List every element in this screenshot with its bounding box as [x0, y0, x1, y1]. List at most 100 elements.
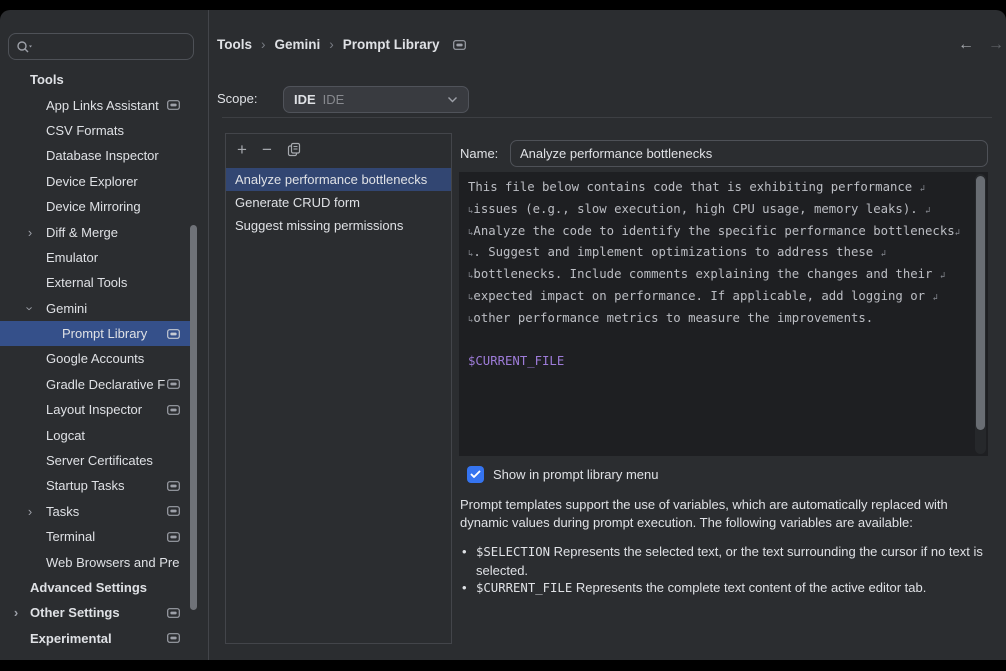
editor-line: ↳. Suggest and implement optimizations t…: [468, 242, 964, 264]
variable-item-current-file: • $CURRENT_FILE Represents the complete …: [462, 579, 998, 598]
variable-name: $SELECTION: [476, 545, 550, 559]
breadcrumb-separator: ›: [329, 37, 334, 52]
settings-sidebar: Tools App Links Assistant CSV Formats Da…: [0, 10, 209, 660]
sidebar-item-label: Prompt Library: [62, 326, 147, 341]
sidebar-item-prompt-library[interactable]: Prompt Library: [0, 321, 190, 346]
name-label: Name:: [460, 146, 498, 161]
sidebar-item-external-tools[interactable]: External Tools: [0, 270, 190, 295]
monitor-icon: [167, 100, 180, 110]
monitor-icon: [453, 40, 466, 50]
chevron-right-icon[interactable]: ›: [23, 226, 37, 239]
forward-arrow-icon[interactable]: →: [988, 36, 1004, 54]
breadcrumb-tools[interactable]: Tools: [217, 37, 252, 52]
sidebar-item-startup-tasks[interactable]: Startup Tasks: [0, 473, 190, 498]
sidebar-item-database-inspector[interactable]: Database Inspector: [0, 143, 190, 168]
sidebar-item-label: Tasks: [46, 504, 79, 519]
monitor-icon: [167, 405, 180, 415]
sidebar-item-gemini[interactable]: › Gemini: [0, 296, 190, 321]
sidebar-item-label: Device Mirroring: [46, 199, 141, 214]
monitor-icon: [167, 506, 180, 516]
sidebar-item-label: Startup Tasks: [46, 478, 125, 493]
scope-dropdown[interactable]: IDE IDE: [283, 86, 469, 113]
chevron-down-icon[interactable]: ›: [24, 301, 37, 315]
soft-wrap-icon: ↲: [955, 228, 960, 238]
list-item-generate-crud[interactable]: Generate CRUD form: [226, 191, 451, 214]
sidebar-item-gradle-declarative[interactable]: Gradle Declarative F: [0, 372, 190, 397]
sidebar-item-label: External Tools: [46, 275, 127, 290]
sidebar-item-diff-merge[interactable]: › Diff & Merge: [0, 219, 190, 244]
sidebar-item-advanced-settings[interactable]: Advanced Settings: [0, 575, 190, 600]
soft-wrap-icon: ↲: [925, 206, 930, 216]
monitor-icon: [167, 379, 180, 389]
sidebar-item-device-mirroring[interactable]: Device Mirroring: [0, 194, 190, 219]
breadcrumb-prompt-library[interactable]: Prompt Library: [343, 37, 440, 52]
sidebar-item-terminal[interactable]: Terminal: [0, 524, 190, 549]
sidebar-item-device-explorer[interactable]: Device Explorer: [0, 169, 190, 194]
sidebar-item-label: Emulator: [46, 250, 98, 265]
duplicate-prompt-icon[interactable]: [287, 142, 301, 157]
chevron-right-icon[interactable]: ›: [23, 505, 37, 518]
search-input[interactable]: [35, 39, 175, 54]
sidebar-item-label: Experimental: [30, 631, 112, 646]
back-arrow-icon[interactable]: ←: [958, 36, 974, 54]
editor-line-variable: $CURRENT_FILE: [468, 351, 964, 373]
soft-wrap-icon: ↲: [920, 184, 925, 194]
sidebar-item-label: Web Browsers and Pre: [46, 555, 179, 570]
sidebar-item-label: Logcat: [46, 428, 85, 443]
bullet-icon: •: [462, 543, 467, 561]
prompt-name-input[interactable]: [510, 140, 988, 167]
editor-scrollbar-thumb[interactable]: [976, 176, 985, 430]
breadcrumb-gemini[interactable]: Gemini: [275, 37, 321, 52]
soft-wrap-icon: ↲: [940, 271, 945, 281]
sidebar-item-web-browsers[interactable]: Web Browsers and Pre: [0, 549, 190, 574]
sidebar-item-label: Diff & Merge: [46, 225, 118, 240]
show-in-menu-checkbox[interactable]: [467, 466, 484, 483]
sidebar-item-app-links-assistant[interactable]: App Links Assistant: [0, 92, 190, 117]
variable-name: $CURRENT_FILE: [476, 581, 572, 595]
add-prompt-button[interactable]: +: [237, 141, 247, 158]
sidebar-item-tools[interactable]: Tools: [0, 67, 190, 92]
sidebar-item-label: Other Settings: [30, 605, 120, 620]
breadcrumb-separator: ›: [261, 37, 266, 52]
sidebar-item-label: App Links Assistant: [46, 98, 159, 113]
sidebar-item-tasks[interactable]: › Tasks: [0, 499, 190, 524]
sidebar-item-label: Gemini: [46, 301, 87, 316]
chevron-right-icon[interactable]: ›: [9, 606, 23, 619]
bullet-icon: •: [462, 579, 467, 597]
sidebar-scrollbar[interactable]: [190, 225, 197, 610]
sidebar-item-emulator[interactable]: Emulator: [0, 245, 190, 270]
sidebar-item-logcat[interactable]: Logcat: [0, 422, 190, 447]
variable-description: Represents the selected text, or the tex…: [476, 544, 983, 578]
prompt-list-panel: + − Analyze performance bottlenecks Gene…: [225, 133, 452, 644]
editor-line: ↳Analyze the code to identify the specif…: [468, 221, 964, 243]
scope-label: Scope:: [217, 91, 257, 106]
monitor-icon: [167, 633, 180, 643]
sidebar-item-csv-formats[interactable]: CSV Formats: [0, 118, 190, 143]
horizontal-divider: [222, 117, 992, 118]
sidebar-item-experimental[interactable]: Experimental: [0, 626, 190, 651]
settings-search-box[interactable]: [8, 33, 194, 60]
remove-prompt-button[interactable]: −: [262, 141, 272, 158]
breadcrumb: Tools › Gemini › Prompt Library: [217, 37, 466, 52]
sidebar-item-other-settings[interactable]: › Other Settings: [0, 600, 190, 625]
sidebar-item-label: Server Certificates: [46, 453, 153, 468]
sidebar-item-label: Tools: [30, 72, 64, 87]
list-item-suggest-permissions[interactable]: Suggest missing permissions: [226, 214, 451, 237]
chevron-down-icon: [447, 96, 458, 103]
variable-item-selection: • $SELECTION Represents the selected tex…: [462, 543, 998, 579]
sidebar-item-label: Google Accounts: [46, 351, 144, 366]
editor-scrollbar[interactable]: [975, 174, 986, 454]
sidebar-item-server-certificates[interactable]: Server Certificates: [0, 448, 190, 473]
sidebar-item-label: Terminal: [46, 529, 95, 544]
sidebar-item-label: CSV Formats: [46, 123, 124, 138]
list-item-analyze-performance[interactable]: Analyze performance bottlenecks: [226, 168, 451, 191]
prompt-list: Analyze performance bottlenecks Generate…: [226, 168, 451, 238]
settings-tree: Tools App Links Assistant CSV Formats Da…: [0, 67, 190, 651]
search-icon: [16, 40, 33, 54]
monitor-icon: [167, 329, 180, 339]
scope-value-secondary: IDE: [323, 92, 345, 107]
sidebar-item-google-accounts[interactable]: Google Accounts: [0, 346, 190, 371]
prompt-text-editor[interactable]: This file below contains code that is ex…: [459, 172, 988, 456]
variables-description: Prompt templates support the use of vari…: [460, 496, 988, 531]
sidebar-item-layout-inspector[interactable]: Layout Inspector: [0, 397, 190, 422]
